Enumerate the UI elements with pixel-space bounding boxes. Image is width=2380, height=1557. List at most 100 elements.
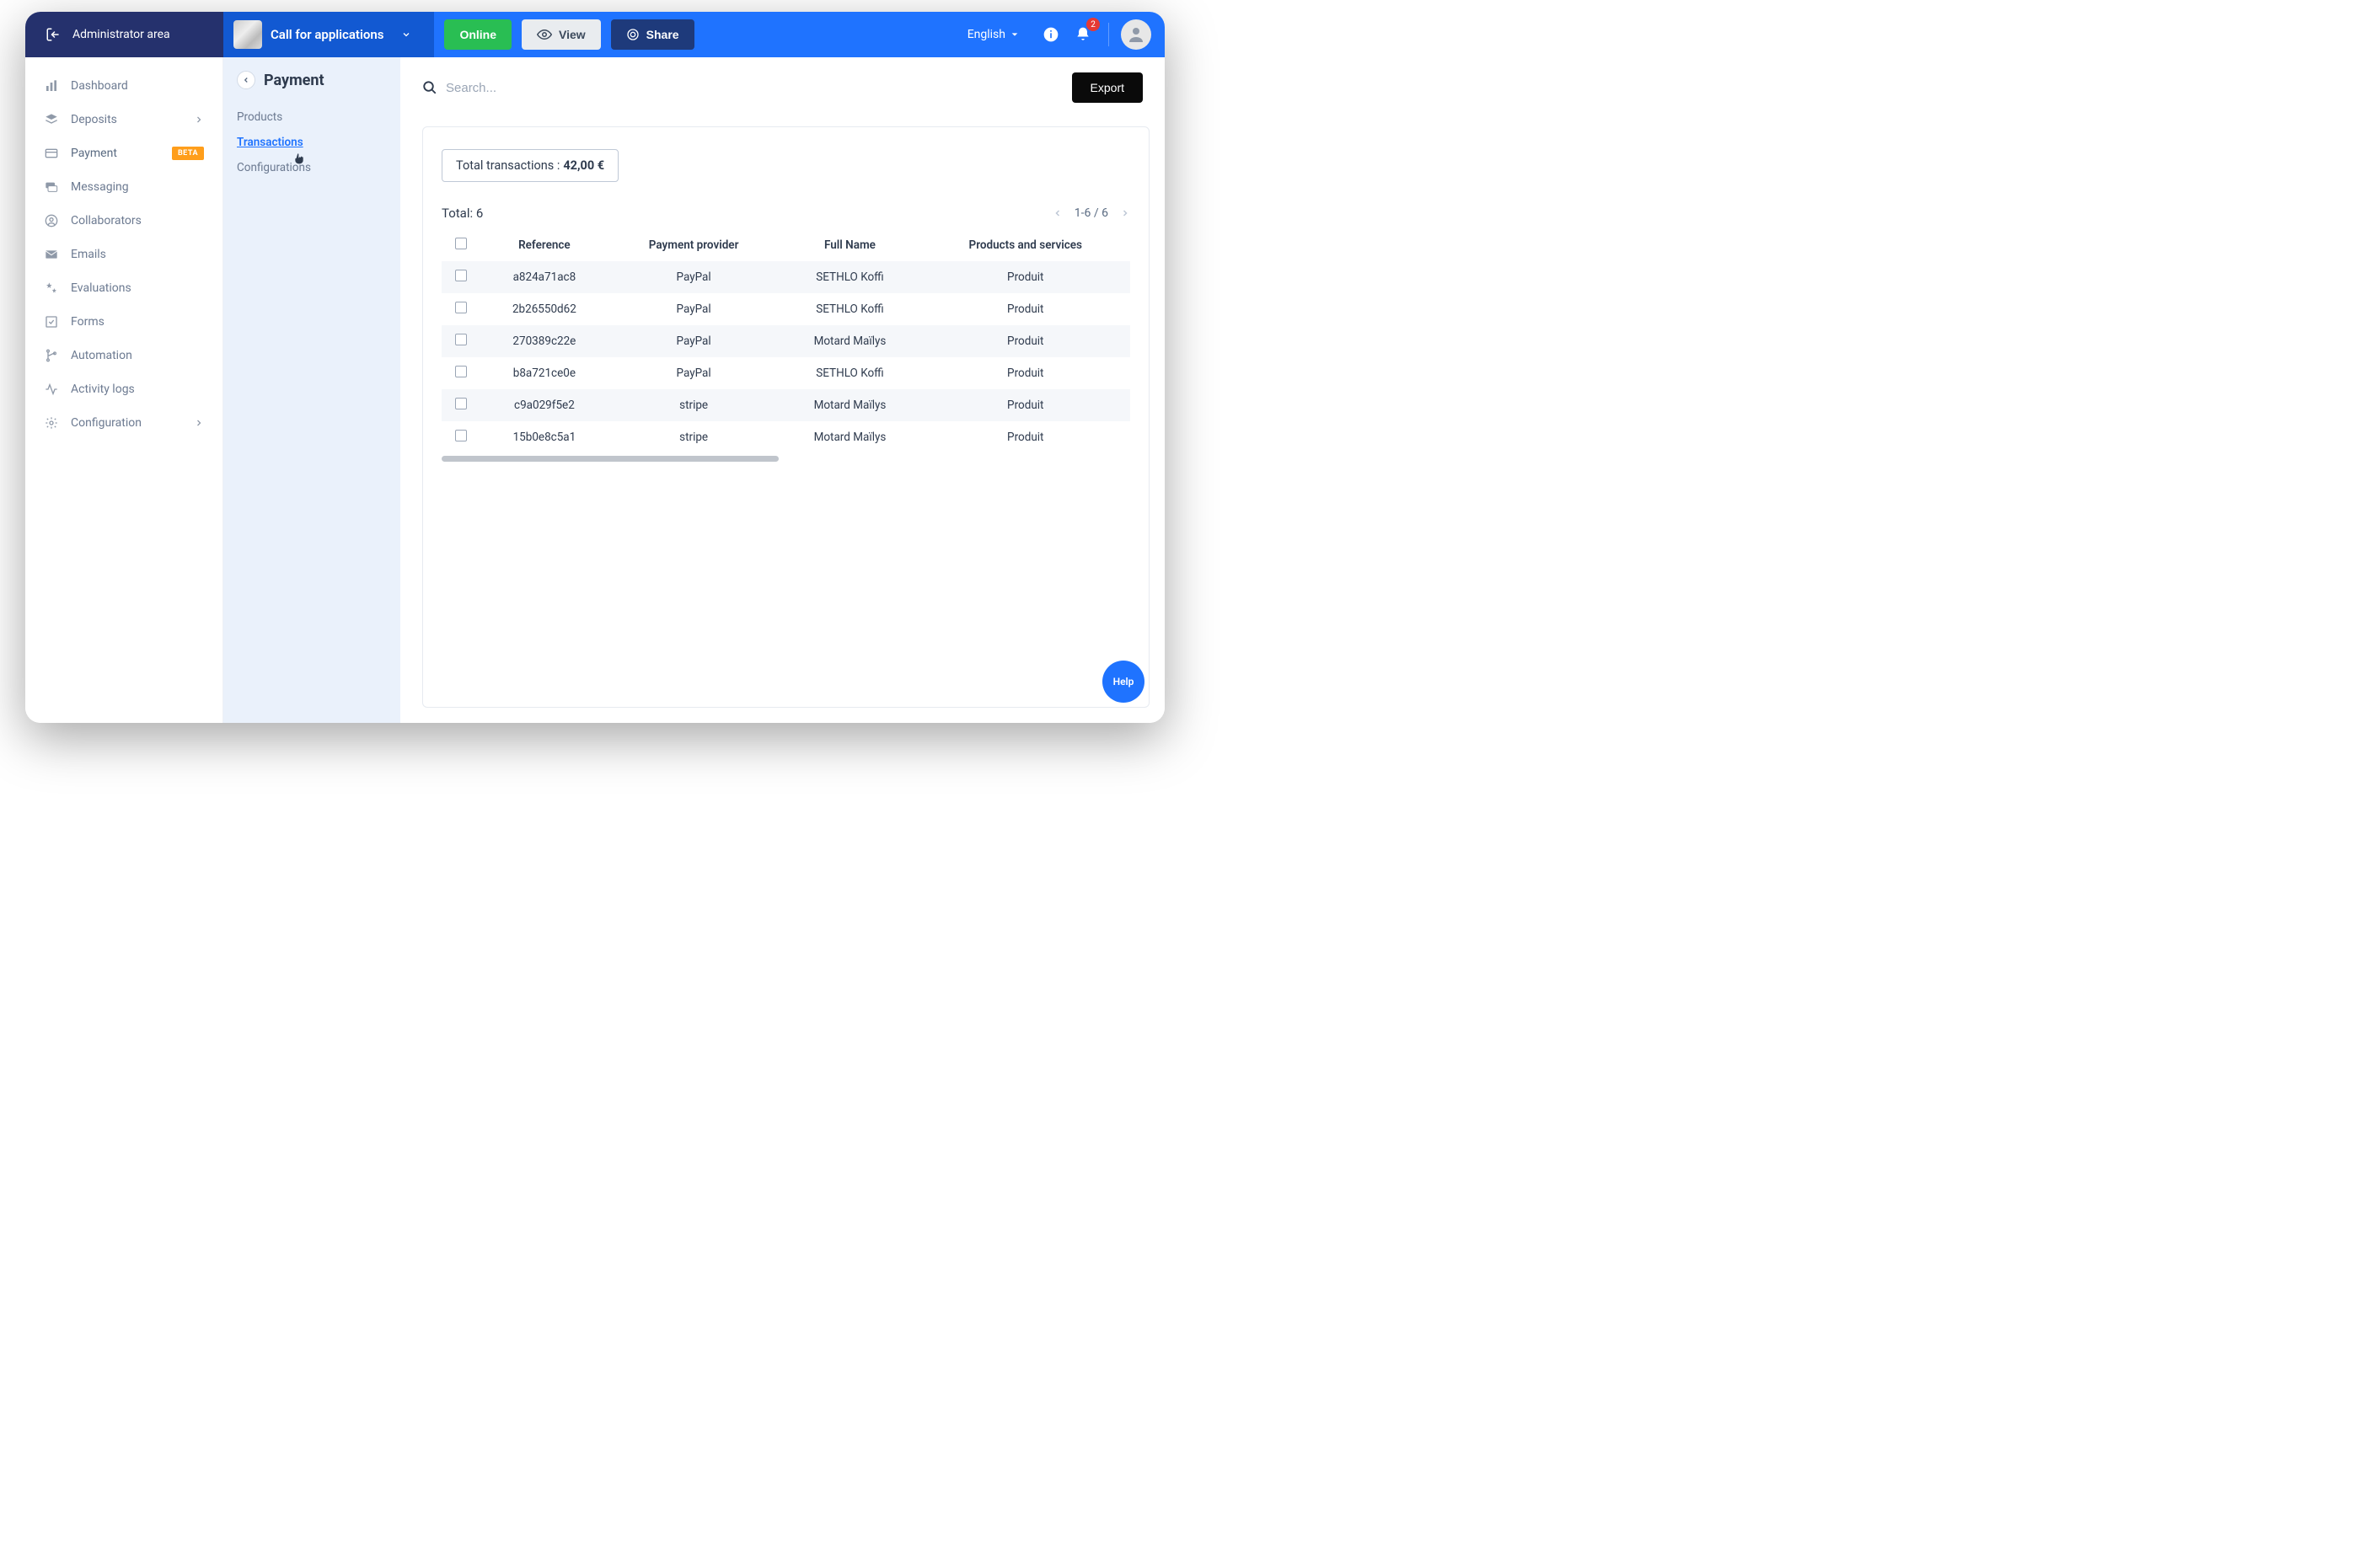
sidebar-item-label: Activity logs [71,383,135,396]
search-input[interactable] [446,81,1064,95]
stars-icon [44,281,59,295]
help-button[interactable]: Help [1102,661,1144,703]
sidebar-item-emails[interactable]: Emails [25,238,222,271]
share-icon [626,28,640,41]
table-row[interactable]: 15b0e8c5a1stripeMotard MaïlysProduit [442,421,1130,453]
cell-fullname: Motard Maïlys [779,325,920,357]
table-row[interactable]: c9a029f5e2stripeMotard MaïlysProduit [442,389,1130,421]
cell-reference: 270389c22e [480,325,608,357]
cell-product: Produit [921,325,1130,357]
page-prev-button[interactable] [1053,208,1063,218]
cell-fullname: SETHLO Koffi [779,261,920,293]
sidebar-item-label: Dashboard [71,79,128,93]
view-button[interactable]: View [522,19,601,50]
project-switcher[interactable]: Call for applications [223,12,434,57]
cell-fullname: SETHLO Koffi [779,357,920,389]
share-button[interactable]: Share [611,19,694,50]
col-reference[interactable]: Reference [480,229,608,261]
pager: 1-6 / 6 [1053,206,1130,220]
sidebar-item-activity-logs[interactable]: Activity logs [25,372,222,406]
cell-reference: b8a721ce0e [480,357,608,389]
sidebar-item-collaborators[interactable]: Collaborators [25,204,222,238]
share-label: Share [646,28,679,41]
cell-provider: PayPal [608,293,780,325]
topbar: Administrator area Call for applications… [25,12,1165,57]
sidebar-item-label: Collaborators [71,214,142,227]
col-products[interactable]: Products and services [921,229,1130,261]
eye-icon [537,27,552,42]
sidebar-item-label: Payment [71,147,117,160]
exit-icon [46,27,61,42]
sidebar-item-evaluations[interactable]: Evaluations [25,271,222,305]
help-label: Help [1113,676,1134,688]
notifications-button[interactable]: 2 [1069,21,1096,48]
admin-area-label: Administrator area [72,28,170,41]
language-switcher[interactable]: English [968,28,1019,41]
project-thumbnail [233,20,262,49]
sidebar-item-label: Emails [71,248,106,261]
chat-icon [44,180,59,194]
mail-icon [44,248,59,261]
cell-fullname: SETHLO Koffi [779,293,920,325]
cell-provider: PayPal [608,357,780,389]
back-button[interactable] [237,71,255,89]
col-provider[interactable]: Payment provider [608,229,780,261]
sidebar-item-dashboard[interactable]: Dashboard [25,69,222,103]
sidebar-item-forms[interactable]: Forms [25,305,222,339]
chevron-down-icon [395,24,417,45]
row-checkbox[interactable] [455,398,467,409]
export-button[interactable]: Export [1072,72,1143,103]
horizontal-scrollbar[interactable] [442,456,779,462]
gear-icon [44,416,59,430]
sidebar-item-automation[interactable]: Automation [25,339,222,372]
subpanel-title: Payment [264,72,324,89]
sidebar: Dashboard Deposits Payment BETA Messagin… [25,57,223,723]
cursor-pointer-icon [292,152,306,166]
view-label: View [559,28,586,41]
sidebar-item-label: Deposits [71,113,117,126]
user-avatar[interactable] [1121,19,1151,50]
sidebar-item-label: Evaluations [71,281,131,295]
cell-product: Produit [921,261,1130,293]
subpanel-item-configurations[interactable]: Configurations [237,155,387,180]
admin-area-link[interactable]: Administrator area [25,12,223,57]
user-circle-icon [44,214,59,227]
info-icon [1043,26,1059,43]
subpanel-item-products[interactable]: Products [237,104,387,130]
row-checkbox[interactable] [455,302,467,313]
total-transactions-box: Total transactions : 42,00 € [442,149,619,182]
cell-provider: stripe [608,389,780,421]
branch-icon [44,349,59,362]
notification-badge: 2 [1086,18,1100,31]
subpanel-item-transactions[interactable]: Transactions [237,130,387,155]
sidebar-item-configuration[interactable]: Configuration [25,406,222,440]
cell-reference: 2b26550d62 [480,293,608,325]
sidebar-item-deposits[interactable]: Deposits [25,103,222,136]
table-row[interactable]: 270389c22ePayPalMotard MaïlysProduit [442,325,1130,357]
transactions-table: Reference Payment provider Full Name Pro… [442,229,1130,453]
caret-down-icon [1010,30,1019,39]
cell-product: Produit [921,293,1130,325]
table-row[interactable]: 2b26550d62PayPalSETHLO KoffiProduit [442,293,1130,325]
transactions-panel: Total transactions : 42,00 € Total: 6 1-… [422,126,1150,708]
cell-fullname: Motard Maïlys [779,421,920,453]
info-button[interactable] [1037,21,1064,48]
search-icon [422,80,437,95]
language-label: English [968,28,1005,41]
sidebar-item-payment[interactable]: Payment BETA [25,136,222,170]
online-button[interactable]: Online [444,19,512,50]
row-checkbox[interactable] [455,334,467,345]
sidebar-item-messaging[interactable]: Messaging [25,170,222,204]
table-row[interactable]: b8a721ce0ePayPalSETHLO KoffiProduit [442,357,1130,389]
col-fullname[interactable]: Full Name [779,229,920,261]
table-row[interactable]: a824a71ac8PayPalSETHLO KoffiProduit [442,261,1130,293]
row-checkbox[interactable] [455,366,467,377]
sidebar-item-label: Messaging [71,180,129,194]
project-label: Call for applications [271,27,383,42]
total-count: Total: 6 [442,206,483,221]
row-checkbox[interactable] [455,270,467,281]
select-all-checkbox[interactable] [455,238,467,249]
sidebar-item-label: Automation [71,349,132,362]
row-checkbox[interactable] [455,430,467,441]
page-next-button[interactable] [1120,208,1130,218]
